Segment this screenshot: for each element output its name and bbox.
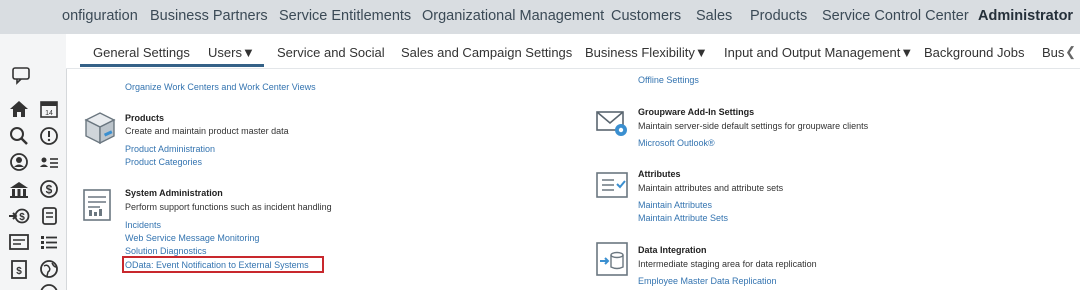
database-import-icon bbox=[594, 240, 634, 280]
left-icon-rail: 14 $ $ $ bbox=[0, 34, 67, 290]
svg-text:$: $ bbox=[16, 266, 22, 277]
active-tab-indicator bbox=[80, 64, 264, 67]
topnav-business-partners[interactable]: Business Partners bbox=[150, 8, 268, 24]
topnav-service-entitlements[interactable]: Service Entitlements bbox=[279, 8, 411, 24]
data-integration-description: Intermediate staging area for data repli… bbox=[638, 259, 817, 269]
link-web-service-message-monitoring[interactable]: Web Service Message Monitoring bbox=[125, 233, 259, 243]
topnav-service-control-center[interactable]: Service Control Center bbox=[822, 8, 969, 24]
top-navigation-bar: onfiguration Business Partners Service E… bbox=[0, 0, 1080, 34]
topnav-organizational-management[interactable]: Organizational Management bbox=[422, 8, 604, 24]
tab-general-settings[interactable]: General Settings bbox=[93, 45, 190, 60]
tab-sales-and-campaign-settings[interactable]: Sales and Campaign Settings bbox=[401, 45, 572, 60]
topnav-configuration[interactable]: onfiguration bbox=[62, 8, 138, 24]
link-solution-diagnostics[interactable]: Solution Diagnostics bbox=[125, 246, 207, 256]
svg-text:$: $ bbox=[19, 212, 25, 223]
attributes-description: Maintain attributes and attribute sets bbox=[638, 183, 784, 193]
link-microsoft-outlook[interactable]: Microsoft Outlook® bbox=[638, 138, 715, 148]
tab-users[interactable]: Users▼ bbox=[208, 45, 255, 60]
box-icon bbox=[80, 108, 120, 148]
envelope-gear-icon bbox=[594, 104, 634, 144]
document-settings-icon bbox=[80, 186, 120, 226]
alert-icon[interactable] bbox=[38, 125, 60, 147]
feedback-icon[interactable] bbox=[10, 64, 32, 86]
money-transfer-icon[interactable]: $ bbox=[8, 205, 30, 227]
tab-background-jobs[interactable]: Background Jobs bbox=[924, 45, 1024, 60]
calendar-icon[interactable]: 14 bbox=[38, 98, 60, 120]
topnav-administrator[interactable]: Administrator bbox=[978, 8, 1073, 24]
data-integration-title: Data Integration bbox=[638, 245, 707, 255]
id-card-icon[interactable] bbox=[8, 231, 30, 253]
link-maintain-attributes[interactable]: Maintain Attributes bbox=[638, 200, 712, 210]
products-title: Products bbox=[125, 113, 165, 123]
system-administration-title: System Administration bbox=[125, 188, 223, 198]
general-settings-tab-bar: General Settings Users▼ Service and Soci… bbox=[66, 34, 1080, 69]
globe-icon[interactable] bbox=[38, 258, 60, 280]
home-icon[interactable] bbox=[8, 98, 30, 120]
groupware-title: Groupware Add-In Settings bbox=[638, 107, 755, 117]
link-product-categories[interactable]: Product Categories bbox=[125, 157, 202, 167]
dollar-circle-icon[interactable]: $ bbox=[38, 178, 60, 200]
svg-text:14: 14 bbox=[45, 110, 53, 117]
link-offline-settings[interactable]: Offline Settings bbox=[638, 75, 699, 85]
attribute-list-icon bbox=[594, 168, 634, 208]
search-icon[interactable] bbox=[8, 125, 30, 147]
highlight-box bbox=[122, 256, 324, 273]
invoice-icon[interactable]: $ bbox=[8, 258, 30, 280]
list-icon[interactable] bbox=[38, 231, 60, 253]
topnav-customers[interactable]: Customers bbox=[611, 8, 681, 24]
attributes-title: Attributes bbox=[638, 169, 681, 179]
link-organize-work-centers[interactable]: Organize Work Centers and Work Center Vi… bbox=[125, 82, 316, 92]
system-administration-description: Perform support functions such as incide… bbox=[125, 202, 332, 212]
building-icon[interactable] bbox=[8, 178, 30, 200]
topnav-sales[interactable]: Sales bbox=[696, 8, 732, 24]
svg-text:$: $ bbox=[46, 183, 53, 197]
tab-input-and-output-management[interactable]: Input and Output Management▼ bbox=[724, 45, 913, 60]
groupware-description: Maintain server-side default settings fo… bbox=[638, 121, 869, 131]
topnav-products[interactable]: Products bbox=[750, 8, 807, 24]
chevron-left-icon[interactable]: ❮ bbox=[1065, 44, 1076, 60]
document-stack-icon[interactable] bbox=[38, 205, 60, 227]
link-incidents[interactable]: Incidents bbox=[125, 220, 161, 230]
link-product-administration[interactable]: Product Administration bbox=[125, 144, 215, 154]
more-rail-icon[interactable] bbox=[38, 282, 60, 290]
link-maintain-attribute-sets[interactable]: Maintain Attribute Sets bbox=[638, 213, 728, 223]
tab-service-and-social[interactable]: Service and Social bbox=[277, 45, 385, 60]
link-employee-master-data-replication[interactable]: Employee Master Data Replication bbox=[638, 276, 777, 286]
settings-content: Organize Work Centers and Work Center Vi… bbox=[66, 68, 1080, 290]
person-icon[interactable] bbox=[8, 151, 30, 173]
people-list-icon[interactable] bbox=[38, 151, 60, 173]
tab-business-flexibility[interactable]: Business Flexibility▼ bbox=[585, 45, 708, 60]
tab-business-more[interactable]: Bus bbox=[1042, 45, 1064, 60]
products-description: Create and maintain product master data bbox=[125, 126, 289, 136]
